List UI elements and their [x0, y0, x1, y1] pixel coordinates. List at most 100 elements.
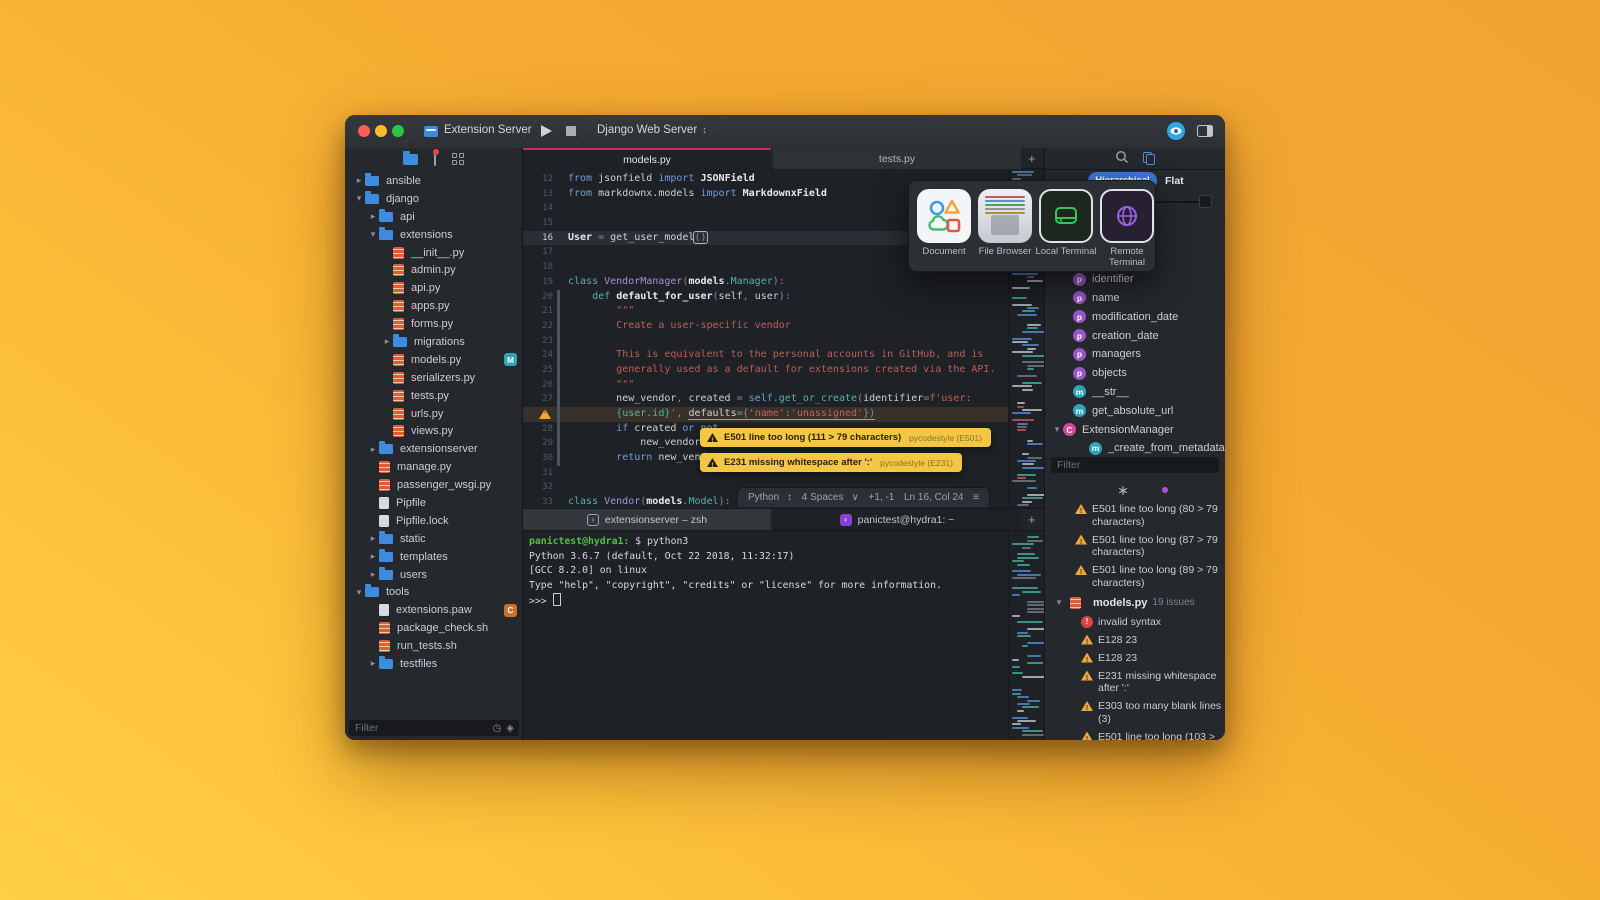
issue-row[interactable]: E128 23 [1045, 652, 1223, 665]
code-line[interactable]: 19class VendorManager(models.Manager): [523, 275, 1008, 290]
code-line[interactable]: 22 Create a user-specific vendor [523, 319, 1008, 334]
files-sidebar-icon[interactable] [403, 154, 418, 165]
issue-row[interactable]: E501 line too long (80 > 79 characters) [1045, 503, 1223, 528]
code-line[interactable]: 21 """ [523, 304, 1008, 319]
file-row[interactable]: extensions.pawC [345, 601, 522, 619]
recent-icon[interactable]: ◷ [493, 723, 502, 734]
close-button[interactable] [358, 125, 370, 137]
filter-settings-icon[interactable]: ◈ [506, 723, 514, 734]
issue-file-group[interactable]: ▾models.py19 issues [1045, 595, 1223, 611]
file-row[interactable]: ▸migrations [345, 333, 522, 351]
chevron-icon[interactable]: ▾ [353, 587, 365, 598]
file-row[interactable]: ▸extensionserver [345, 440, 522, 458]
symbol-row[interactable]: pname [1045, 289, 1225, 308]
file-row[interactable]: views.py [345, 422, 522, 440]
file-row[interactable]: manage.py [345, 458, 522, 476]
pages-icon[interactable] [1143, 152, 1155, 165]
file-row[interactable]: Pipfile [345, 494, 522, 512]
run-button[interactable] [541, 125, 552, 137]
file-row[interactable]: ▸api [345, 208, 522, 226]
file-row[interactable]: urls.py [345, 405, 522, 423]
issue-row[interactable]: !invalid syntax [1045, 616, 1223, 629]
code-line[interactable]: 24 This is equivalent to the personal ac… [523, 348, 1008, 363]
language-selector[interactable]: Python↕ [748, 492, 792, 503]
symbol-row[interactable]: m_create_from_metadata [1045, 439, 1225, 458]
file-row[interactable]: serializers.py [345, 369, 522, 387]
title-bar[interactable]: Extension Server Django Web Server↕ [345, 115, 1225, 149]
chevron-icon[interactable]: ▸ [367, 533, 379, 544]
tab-models-py[interactable]: models.py [523, 148, 771, 169]
issue-row[interactable]: E501 line too long (103 > 79 characters) [1045, 731, 1223, 741]
chevron-icon[interactable]: ▸ [367, 444, 379, 455]
code-line[interactable]: 23 [523, 334, 1008, 349]
minimap-lower[interactable] [1008, 531, 1044, 740]
line-menu-icon[interactable]: ≡ [973, 492, 979, 503]
symbol-row[interactable]: pidentifier [1045, 270, 1225, 289]
code-line[interactable]: {user.id}', defaults={'name':'unassigned… [523, 407, 1008, 422]
search-icon[interactable] [1115, 150, 1129, 167]
chevron-icon[interactable]: ▾ [367, 229, 379, 240]
chevron-icon[interactable]: ▾ [353, 193, 365, 204]
code-line[interactable]: 27 new_vendor, created = self.get_or_cre… [523, 392, 1008, 407]
file-row[interactable]: ▾django [345, 190, 522, 208]
minimize-button[interactable] [375, 125, 387, 137]
chevron-icon[interactable]: ▸ [367, 569, 379, 580]
zoom-button[interactable] [392, 125, 404, 137]
terminal-tab-zsh[interactable]: › extensionserver – zsh [523, 509, 771, 530]
issue-row[interactable]: E303 too many blank lines (3) [1045, 700, 1223, 725]
file-row[interactable]: ▸testfiles [345, 655, 522, 673]
task-selector[interactable]: Django Web Server↕ [597, 124, 707, 136]
code-line[interactable]: 25 generally used as a default for exten… [523, 363, 1008, 378]
symbol-row[interactable]: m__str__ [1045, 383, 1225, 402]
code-line[interactable]: 20 def default_for_user(self, user): [523, 290, 1008, 305]
file-row[interactable]: __init__.py [345, 244, 522, 262]
file-row[interactable]: ▸ansible [345, 172, 522, 190]
code-line[interactable]: 26 """ [523, 378, 1008, 393]
chevron-icon[interactable]: ▸ [367, 211, 379, 222]
chevron-icon[interactable]: ▾ [1053, 597, 1065, 608]
chevron-icon[interactable]: ▸ [381, 336, 393, 347]
sidebar-toggle-icon[interactable] [1197, 125, 1213, 137]
file-browser-option[interactable] [978, 189, 1032, 243]
slider-handle[interactable] [1199, 195, 1212, 208]
terminal-output[interactable]: panictest@hydra1: $ python3Python 3.6.7 … [523, 531, 1008, 740]
issue-row[interactable]: E128 23 [1045, 634, 1223, 647]
document-option[interactable] [917, 189, 971, 243]
file-row[interactable]: run_tests.sh [345, 637, 522, 655]
source-control-icon[interactable] [434, 153, 436, 165]
file-row[interactable]: apps.py [345, 297, 522, 315]
file-row[interactable]: admin.py [345, 261, 522, 279]
chevron-icon[interactable]: ▸ [353, 175, 365, 186]
issue-row[interactable]: E501 line too long (89 > 79 characters) [1045, 564, 1223, 589]
file-row[interactable]: forms.py [345, 315, 522, 333]
all-issues-icon[interactable]: ∗ [1117, 482, 1129, 499]
symbols-filter[interactable] [1051, 457, 1219, 473]
symbol-row[interactable]: pcreation_date [1045, 326, 1225, 345]
issue-row[interactable]: E231 missing whitespace after ':' [1045, 670, 1223, 695]
file-row[interactable]: tests.py [345, 387, 522, 405]
chevron-icon[interactable]: ▸ [367, 658, 379, 669]
symbols-filter-input[interactable] [1051, 459, 1219, 471]
file-row[interactable]: passenger_wsgi.py [345, 476, 522, 494]
symbol-row[interactable]: ▾CExtensionManager [1045, 420, 1225, 439]
issue-row[interactable]: E501 line too long (87 > 79 characters) [1045, 534, 1223, 559]
new-terminal-button[interactable]: + [1028, 512, 1036, 527]
sidebar-filter[interactable]: ◷ ◈ [349, 720, 519, 736]
symbol-row[interactable]: pmodification_date [1045, 307, 1225, 326]
sidebar-filter-input[interactable] [349, 722, 493, 734]
symbol-row[interactable]: pobjects [1045, 364, 1225, 383]
indent-selector[interactable]: 4 Spaces∨ [802, 492, 859, 503]
symbol-row[interactable]: pmanagers [1045, 345, 1225, 364]
chevron-icon[interactable]: ▸ [367, 551, 379, 562]
grid-view-icon[interactable] [452, 153, 464, 165]
file-row[interactable]: ▸users [345, 566, 522, 584]
remote-terminal-option[interactable] [1100, 189, 1154, 243]
file-row[interactable]: ▸static [345, 530, 522, 548]
terminal-tab-remote[interactable]: › panictest@hydra1: ~ [773, 509, 1021, 530]
flat-toggle[interactable]: Flat [1165, 175, 1184, 187]
file-row[interactable]: api.py [345, 279, 522, 297]
new-tab-button[interactable]: + [1028, 151, 1036, 166]
file-row[interactable]: ▾extensions [345, 226, 522, 244]
stop-button[interactable] [566, 126, 576, 136]
symbol-row[interactable]: mget_absolute_url [1045, 401, 1225, 420]
